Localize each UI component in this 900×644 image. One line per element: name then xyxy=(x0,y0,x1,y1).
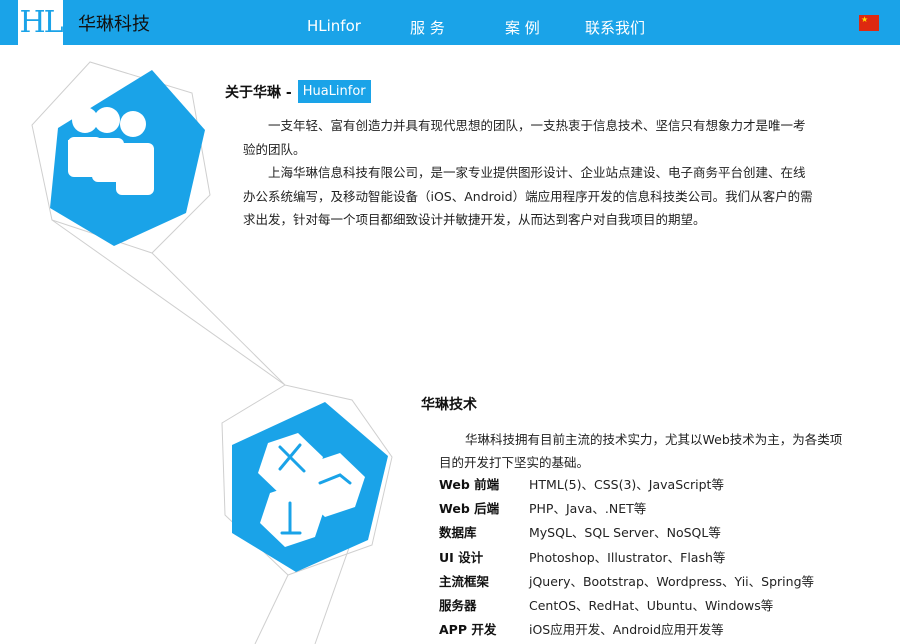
tech-value: CentOS、RedHat、Ubuntu、Windows等 xyxy=(529,598,774,614)
tech-key: APP 开发 xyxy=(439,622,497,638)
tech-row: Web 前端 HTML(5)、CSS(3)、JavaScript等 xyxy=(439,471,879,495)
about-title: 关于华琳 - xyxy=(225,84,292,101)
logo[interactable]: HL xyxy=(18,0,64,45)
top-nav-bar: HL 华琳科技 HLinfor 服 务 案 例 联系我们 ★ xyxy=(0,0,900,45)
tech-value: jQuery、Bootstrap、Wordpress、Yii、Spring等 xyxy=(529,573,814,589)
nav-hlinfor[interactable]: HLinfor xyxy=(307,17,361,35)
tech-row: UI 设计 Photoshop、Illustrator、Flash等 xyxy=(439,544,879,568)
tech-key: 数据库 xyxy=(439,525,477,541)
tech-heading: 华琳技术 xyxy=(421,397,477,413)
tech-value: MySQL、SQL Server、NoSQL等 xyxy=(529,525,721,541)
tech-row: 服务器 CentOS、RedHat、Ubuntu、Windows等 xyxy=(439,592,879,616)
about-text: 一支年轻、富有创造力并具有现代思想的团队，一支热衷于信息技术、坚信只有想象力才是… xyxy=(243,114,815,232)
tech-row: 主流框架 jQuery、Bootstrap、Wordpress、Yii、Spri… xyxy=(439,568,879,592)
tech-hexagon xyxy=(232,402,388,572)
tech-key: Web 前端 xyxy=(439,476,500,492)
tech-key: UI 设计 xyxy=(439,549,484,565)
tech-key: 主流框架 xyxy=(439,573,490,589)
brand-name[interactable]: 华琳科技 xyxy=(78,10,150,36)
tech-row: 数据库 MySQL、SQL Server、NoSQL等 xyxy=(439,520,879,544)
nav-services[interactable]: 服 务 xyxy=(410,17,445,38)
about-paragraph-1: 一支年轻、富有创造力并具有现代思想的团队，一支热衷于信息技术、坚信只有想象力才是… xyxy=(243,118,806,157)
tech-row: APP 开发 iOS应用开发、Android应用开发等 xyxy=(439,617,879,641)
tech-intro: 华琳科技拥有目前主流的技术实力，尤其以Web技术为主，为各类项目的开发打下坚实的… xyxy=(439,432,843,470)
tech-value: iOS应用开发、Android应用开发等 xyxy=(529,622,724,638)
china-flag-icon[interactable]: ★ xyxy=(859,15,879,31)
nav-cases[interactable]: 案 例 xyxy=(505,17,540,38)
about-tag: HuaLinfor xyxy=(297,80,371,103)
about-heading: 关于华琳 - HuaLinfor xyxy=(225,80,371,103)
about-paragraph-2: 上海华琳信息科技有限公司，是一家专业提供图形设计、企业站点建设、电子商务平台创建… xyxy=(243,165,813,227)
tech-key: Web 后端 xyxy=(439,500,500,516)
tech-key: 服务器 xyxy=(439,598,477,614)
logo-text: HL xyxy=(19,4,63,40)
about-hexagon xyxy=(50,70,205,246)
tech-list: Web 前端 HTML(5)、CSS(3)、JavaScript等 Web 后端… xyxy=(439,471,879,641)
tech-row: Web 后端 PHP、Java、.NET等 xyxy=(439,495,879,519)
tech-value: HTML(5)、CSS(3)、JavaScript等 xyxy=(529,476,724,492)
nav-contact[interactable]: 联系我们 xyxy=(585,17,645,38)
tech-value: Photoshop、Illustrator、Flash等 xyxy=(529,549,726,565)
tech-value: PHP、Java、.NET等 xyxy=(529,500,647,516)
